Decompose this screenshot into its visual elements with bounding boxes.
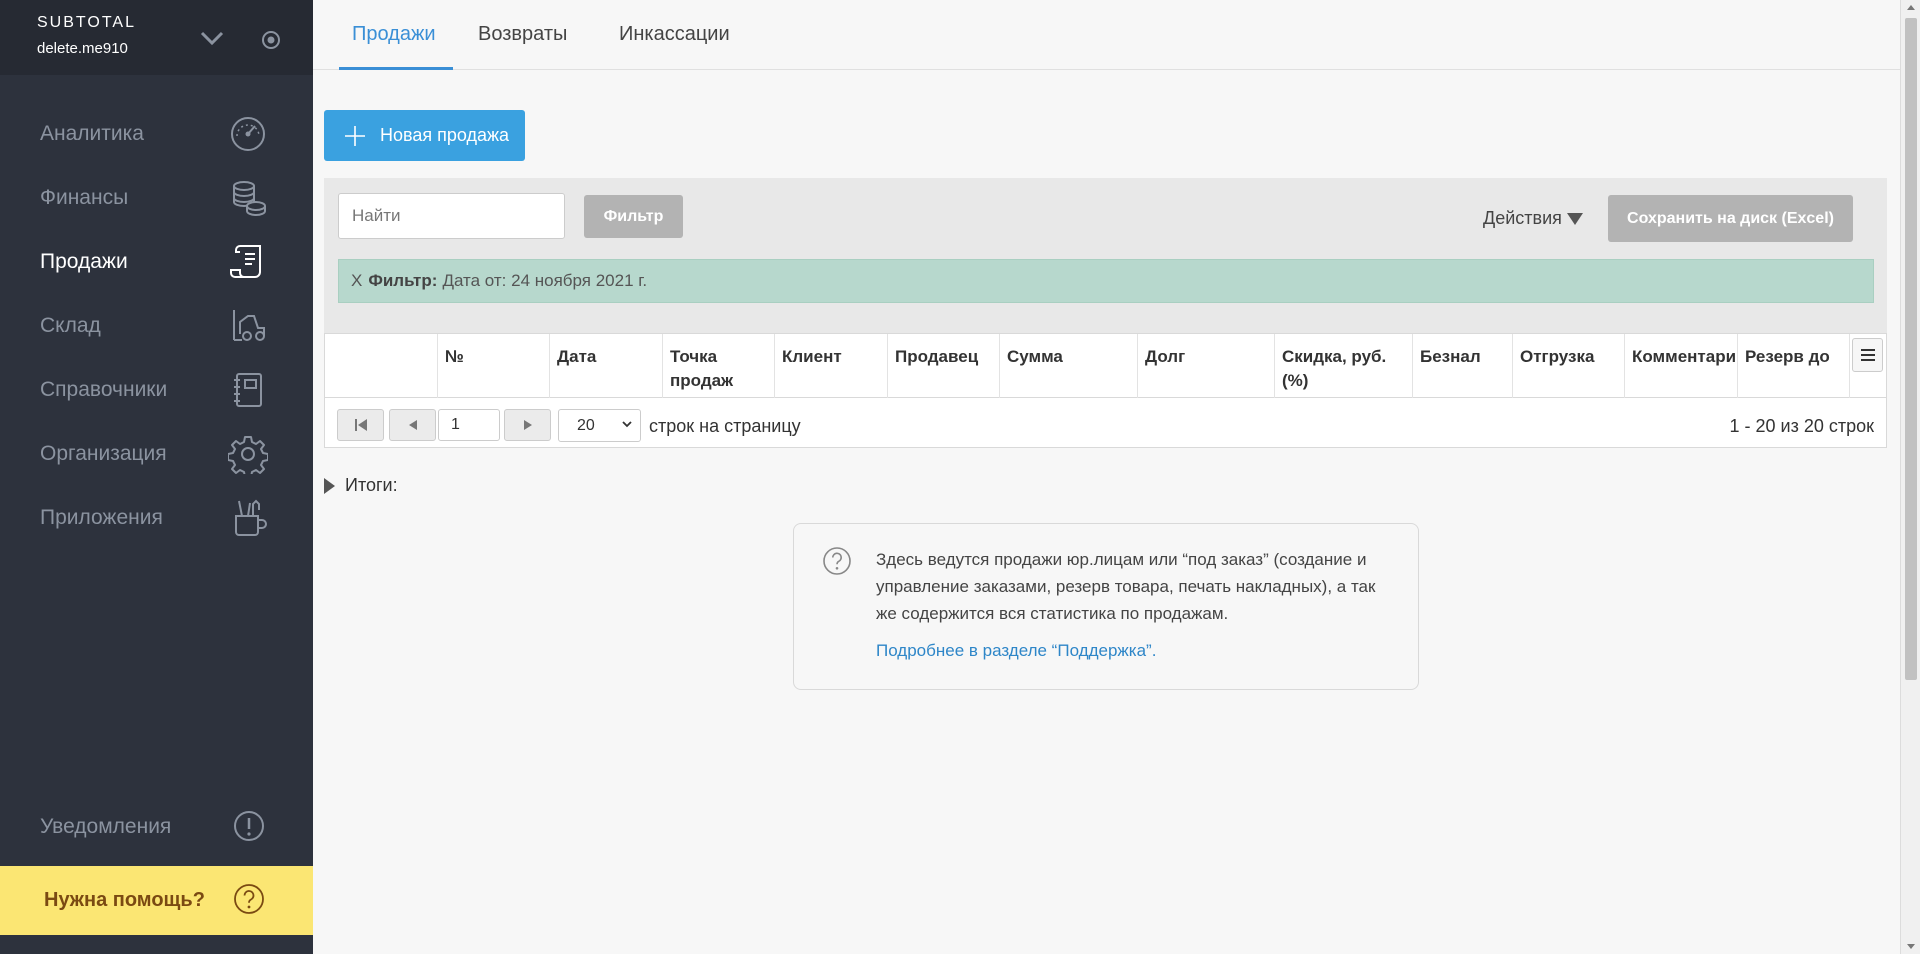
rows-per-page-value: 20 (577, 416, 595, 434)
info-box: Здесь ведутся продажи юр.лицам или “под … (793, 523, 1419, 690)
sales-toolbar: Фильтр Действия Сохранить на диск (Excel… (324, 178, 1887, 333)
sidebar-item-references[interactable]: Справочники (0, 358, 313, 422)
column-header[interactable]: Точка продаж (663, 334, 775, 398)
coins-icon (228, 178, 268, 218)
tab-sales[interactable]: Продажи (339, 0, 453, 70)
help-button[interactable]: Нужна помощь? (0, 866, 313, 935)
column-menu-button[interactable] (1852, 338, 1883, 372)
sidebar-item-label: Организация (40, 442, 167, 465)
column-header[interactable]: Безнал (1413, 334, 1513, 398)
scroll-thumb[interactable] (1905, 18, 1917, 680)
sidebar-item-label: Склад (40, 314, 101, 337)
sidebar-item-label: Справочники (40, 378, 168, 401)
actions-label: Действия (1483, 208, 1562, 228)
next-page-icon (523, 420, 532, 430)
sales-table: № Дата Точка продаж Клиент Продавец Сумм… (324, 333, 1887, 448)
actions-dropdown[interactable]: Действия (1483, 208, 1583, 229)
pagination: 1 20 строк на страницу 1 - 20 из 20 стро… (325, 398, 1886, 448)
menu-icon (1860, 349, 1875, 361)
column-header[interactable]: Долг (1138, 334, 1275, 398)
rows-per-page-select[interactable]: 20 (558, 409, 641, 442)
column-header-select (325, 334, 438, 398)
support-link[interactable]: Подробнее в разделе “Поддержка”. (876, 641, 1156, 661)
tab-returns[interactable]: Возвраты (478, 0, 567, 70)
column-header[interactable]: Скидка, руб. (%) (1275, 334, 1413, 398)
next-page-button[interactable] (504, 409, 551, 441)
gauge-icon (228, 114, 268, 154)
main-content: Продажи Возвраты Инкассации Новая продаж… (313, 0, 1900, 954)
column-header[interactable]: Комментарий (1625, 334, 1738, 398)
column-header[interactable]: Сумма (1000, 334, 1138, 398)
tools-cup-icon (228, 498, 268, 538)
column-header[interactable]: Дата (550, 334, 663, 398)
chevron-down-icon (622, 421, 632, 428)
sidebar-item-organization[interactable]: Организация (0, 422, 313, 486)
sidebar-item-apps[interactable]: Приложения (0, 486, 313, 550)
page-scrollbar[interactable] (1900, 0, 1920, 954)
help-label: Нужна помощь? (44, 889, 205, 911)
column-header[interactable]: Продавец (888, 334, 1000, 398)
sidebar: SUBTOTAL delete.me910 Аналитика Финансы … (0, 0, 313, 954)
chevron-down-icon[interactable] (197, 26, 227, 50)
scroll-down-icon[interactable] (1907, 944, 1915, 949)
brand-header: SUBTOTAL delete.me910 (0, 0, 313, 75)
search-input[interactable] (338, 193, 565, 239)
sidebar-item-label: Приложения (40, 506, 163, 529)
info-text: Здесь ведутся продажи юр.лицам или “под … (876, 550, 1376, 623)
forklift-icon (228, 306, 268, 346)
prev-page-button[interactable] (389, 409, 436, 441)
new-sale-label: Новая продажа (380, 125, 510, 145)
sidebar-item-label: Аналитика (40, 122, 144, 145)
filter-label: Фильтр: (368, 271, 438, 290)
first-page-button[interactable] (337, 409, 384, 441)
receipt-icon (228, 242, 268, 282)
caret-down-icon (1566, 212, 1583, 225)
column-header[interactable]: Отгрузка (1513, 334, 1625, 398)
tab-collections[interactable]: Инкассации (619, 0, 730, 70)
page-number-input[interactable]: 1 (438, 409, 500, 441)
column-header[interactable]: Клиент (775, 334, 888, 398)
target-icon[interactable] (258, 27, 284, 53)
notebook-icon (228, 370, 268, 410)
table-header: № Дата Точка продаж Клиент Продавец Сумм… (325, 334, 1886, 398)
totals-label: Итоги: (345, 475, 398, 495)
sidebar-item-notifications[interactable]: Уведомления (0, 795, 313, 859)
question-icon (233, 883, 265, 915)
remove-filter-button[interactable]: X (351, 271, 362, 291)
sidebar-item-label: Продажи (40, 250, 128, 273)
scroll-up-icon[interactable] (1907, 5, 1915, 10)
rows-per-page-label: строк на страницу (649, 416, 801, 436)
sidebar-nav: Аналитика Финансы Продажи Склад Справочн… (0, 102, 313, 550)
save-excel-button[interactable]: Сохранить на диск (Excel) (1608, 195, 1853, 242)
column-header[interactable]: № (438, 334, 550, 398)
sidebar-item-warehouse[interactable]: Склад (0, 294, 313, 358)
first-page-icon (354, 419, 367, 431)
filter-value: Дата от: 24 ноября 2021 г. (442, 271, 648, 290)
notifications-label: Уведомления (40, 815, 172, 838)
tab-bar: Продажи Возвраты Инкассации (313, 0, 1900, 70)
prev-page-icon (408, 420, 417, 430)
totals-toggle[interactable]: Итоги: (324, 475, 398, 496)
sidebar-item-label: Финансы (40, 186, 129, 209)
active-filter-bar: X Фильтр: Дата от: 24 ноября 2021 г. (338, 259, 1874, 303)
plus-icon (345, 125, 365, 146)
row-count: 1 - 20 из 20 строк (1729, 416, 1874, 436)
question-icon (822, 546, 852, 576)
new-sale-button[interactable]: Новая продажа (324, 110, 525, 161)
gear-icon (227, 434, 269, 478)
column-header[interactable]: Резерв до (1738, 334, 1850, 398)
sidebar-item-sales[interactable]: Продажи (0, 230, 313, 294)
sidebar-item-analytics[interactable]: Аналитика (0, 102, 313, 166)
alert-icon (232, 809, 266, 843)
caret-right-icon (324, 477, 335, 494)
filter-button[interactable]: Фильтр (584, 195, 683, 238)
sidebar-item-finance[interactable]: Финансы (0, 166, 313, 230)
